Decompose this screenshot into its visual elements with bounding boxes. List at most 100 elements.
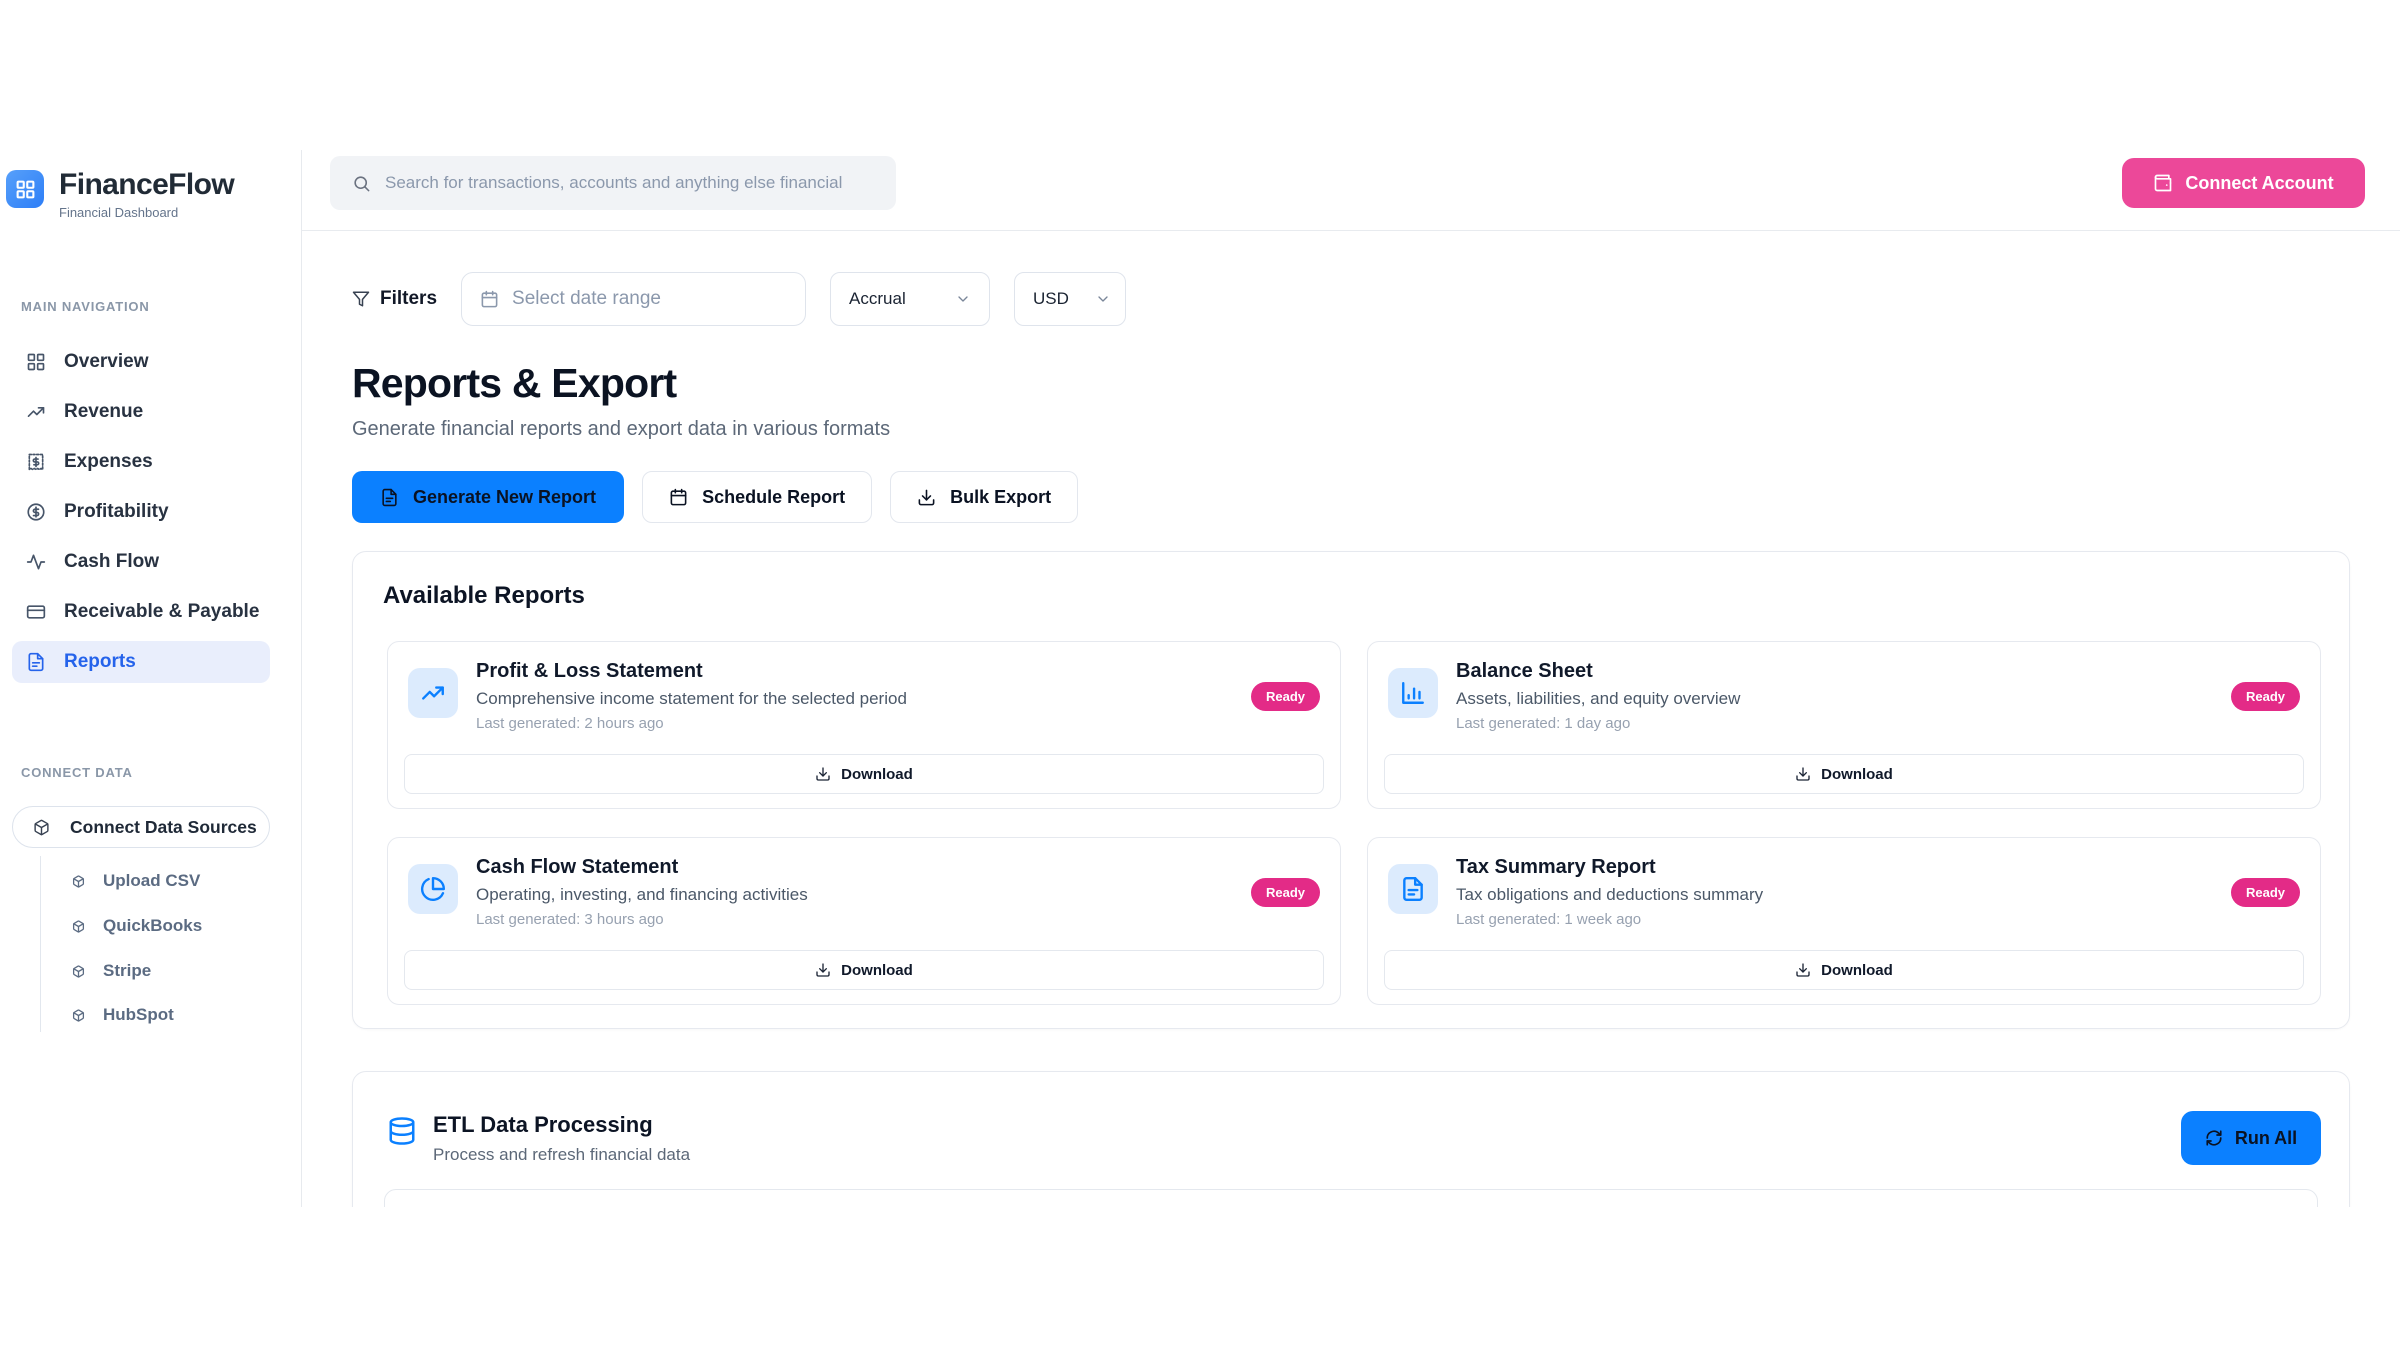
connect-account-label: Connect Account [2185, 173, 2333, 194]
download-button[interactable]: Download [1384, 754, 2304, 794]
etl-head: ETL Data Processing Process and refresh … [387, 1112, 690, 1165]
schedule-report-button[interactable]: Schedule Report [642, 471, 872, 523]
download-label: Download [1821, 766, 1893, 783]
cube-icon [72, 1009, 85, 1022]
file-text-icon [1388, 864, 1438, 914]
download-label: Download [841, 962, 913, 979]
sidebar-item-upload-csv[interactable]: Upload CSV [72, 866, 200, 896]
available-reports-title: Available Reports [383, 582, 585, 610]
report-title: Profit & Loss Statement [476, 660, 907, 683]
refresh-icon [2205, 1129, 2223, 1147]
currency-value: USD [1033, 289, 1069, 309]
sidebar-item-cash-flow[interactable]: Cash Flow [12, 541, 270, 583]
brand-text: FinanceFlow Financial Dashboard [59, 170, 234, 220]
report-last-generated: Last generated: 1 week ago [1456, 911, 1763, 928]
sidebar-divider [301, 150, 302, 1207]
page-title: Reports & Export [352, 360, 676, 407]
calendar-icon [669, 488, 688, 507]
sidebar-item-label: Receivable & Payable [64, 601, 259, 623]
filters-toggle[interactable]: Filters [352, 288, 437, 310]
accounting-basis-select[interactable]: Accrual [830, 272, 990, 326]
funnel-icon [352, 290, 370, 308]
report-description: Assets, liabilities, and equity overview [1456, 689, 1740, 709]
report-description: Tax obligations and deductions summary [1456, 885, 1763, 905]
sources-guide-line [40, 856, 41, 1032]
report-title: Tax Summary Report [1456, 856, 1763, 879]
sidebar-item-label: Expenses [64, 451, 153, 473]
report-card-balance-sheet: Balance Sheet Assets, liabilities, and e… [1367, 641, 2321, 809]
header-divider [302, 230, 2400, 231]
file-text-icon [26, 652, 46, 672]
report-description: Comprehensive income statement for the s… [476, 689, 907, 709]
status-badge: Ready [1251, 682, 1320, 711]
sidebar-item-label: Revenue [64, 401, 143, 423]
sidebar-item-expenses[interactable]: Expenses [12, 441, 270, 483]
etl-subtitle: Process and refresh financial data [433, 1145, 690, 1165]
download-button[interactable]: Download [404, 950, 1324, 990]
connect-data-label: CONNECT DATA [21, 765, 133, 780]
credit-card-icon [26, 602, 46, 622]
app-tagline: Financial Dashboard [59, 205, 234, 220]
search-input[interactable] [385, 173, 882, 193]
report-description: Operating, investing, and financing acti… [476, 885, 808, 905]
source-label: HubSpot [103, 1005, 174, 1025]
connect-data-sources-button[interactable]: Connect Data Sources [12, 806, 270, 848]
page-subtitle: Generate financial reports and export da… [352, 418, 890, 441]
sidebar-item-reports[interactable]: Reports [12, 641, 270, 683]
generate-new-report-label: Generate New Report [413, 487, 596, 508]
sidebar-item-overview[interactable]: Overview [12, 341, 270, 383]
report-card-tax-summary: Tax Summary Report Tax obligations and d… [1367, 837, 2321, 1005]
activity-icon [26, 552, 46, 572]
source-label: Upload CSV [103, 871, 200, 891]
sidebar-item-stripe[interactable]: Stripe [72, 956, 151, 986]
report-card-text: Tax Summary Report Tax obligations and d… [1456, 856, 1763, 928]
source-label: Stripe [103, 961, 151, 981]
available-reports-section: Available Reports Profit & Loss Statemen… [352, 551, 2350, 1029]
sidebar-item-hubspot[interactable]: HubSpot [72, 1000, 174, 1030]
wallet-icon [2153, 173, 2173, 193]
download-button[interactable]: Download [1384, 950, 2304, 990]
cube-icon [72, 965, 85, 978]
download-icon [815, 962, 831, 978]
download-label: Download [1821, 962, 1893, 979]
date-range-input[interactable]: Select date range [461, 272, 806, 326]
download-label: Download [841, 766, 913, 783]
report-card-text: Profit & Loss Statement Comprehensive in… [476, 660, 907, 732]
sidebar-item-profitability[interactable]: Profitability [12, 491, 270, 533]
run-all-label: Run All [2235, 1128, 2297, 1149]
trending-up-icon [408, 668, 458, 718]
report-last-generated: Last generated: 2 hours ago [476, 715, 907, 732]
cube-icon [72, 920, 85, 933]
generate-new-report-button[interactable]: Generate New Report [352, 471, 624, 523]
sidebar-item-quickbooks[interactable]: QuickBooks [72, 911, 202, 941]
cube-icon [33, 819, 50, 836]
report-title: Balance Sheet [1456, 660, 1740, 683]
schedule-report-label: Schedule Report [702, 487, 845, 508]
global-search [330, 156, 896, 210]
report-card-text: Cash Flow Statement Operating, investing… [476, 856, 808, 928]
calendar-icon [480, 290, 499, 309]
connect-account-button[interactable]: Connect Account [2122, 158, 2365, 208]
cube-icon [72, 875, 85, 888]
file-text-icon [380, 488, 399, 507]
run-all-button[interactable]: Run All [2181, 1111, 2321, 1165]
download-button[interactable]: Download [404, 754, 1324, 794]
database-icon [387, 1116, 417, 1146]
currency-select[interactable]: USD [1014, 272, 1126, 326]
report-card-head: Cash Flow Statement Operating, investing… [388, 838, 1340, 928]
sidebar-item-label: Cash Flow [64, 551, 159, 573]
etl-title: ETL Data Processing [433, 1112, 690, 1138]
report-card-head: Tax Summary Report Tax obligations and d… [1368, 838, 2320, 928]
report-last-generated: Last generated: 3 hours ago [476, 911, 808, 928]
brand: FinanceFlow Financial Dashboard [6, 170, 234, 220]
pie-chart-icon [408, 864, 458, 914]
bulk-export-button[interactable]: Bulk Export [890, 471, 1078, 523]
chevron-down-icon [1095, 291, 1111, 307]
sidebar-item-receivable-payable[interactable]: Receivable & Payable [12, 591, 270, 633]
filter-row: Filters Select date range Accrual USD [352, 272, 1126, 326]
dollar-circle-icon [26, 502, 46, 522]
sidebar-item-revenue[interactable]: Revenue [12, 391, 270, 433]
viewport-clip: FinanceFlow Financial Dashboard MAIN NAV… [0, 0, 2400, 1207]
report-last-generated: Last generated: 1 day ago [1456, 715, 1740, 732]
sidebar-item-label: Profitability [64, 501, 169, 523]
